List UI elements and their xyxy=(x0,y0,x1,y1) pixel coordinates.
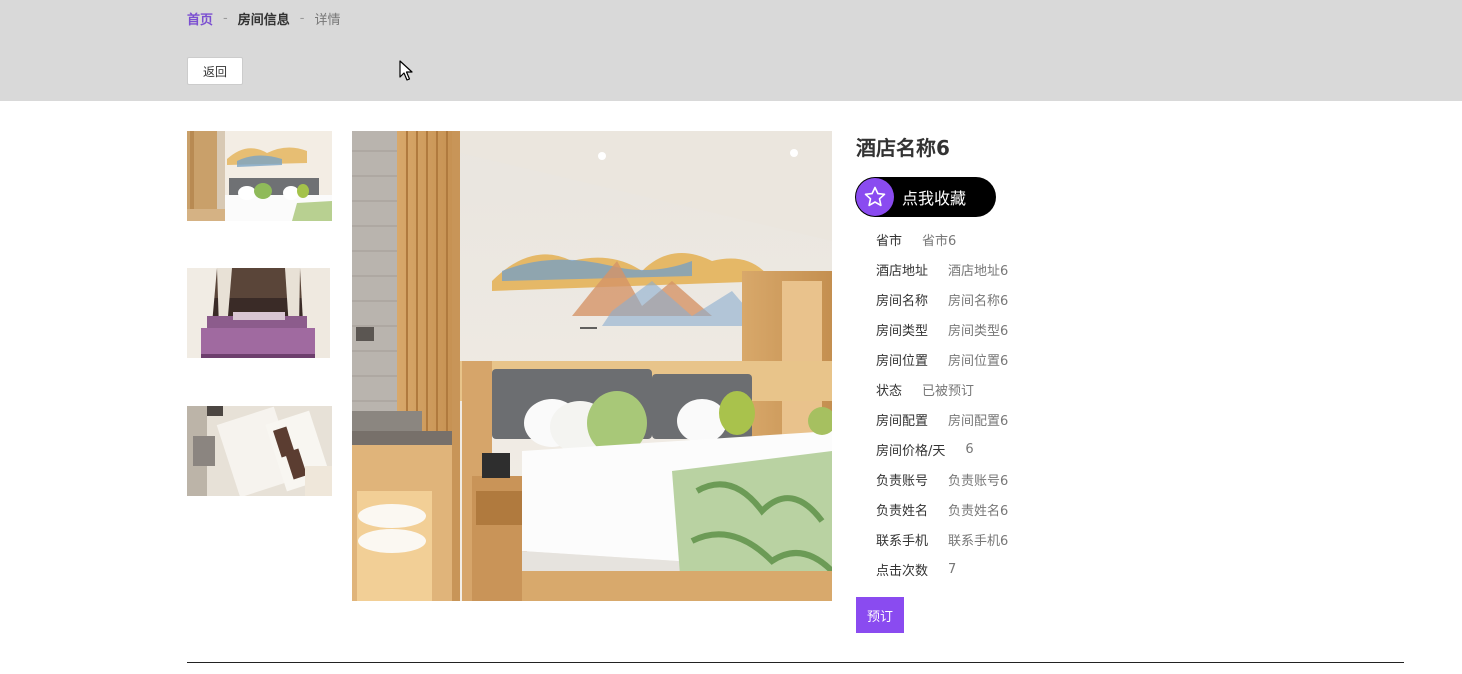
detail-value: 联系手机6 xyxy=(948,533,1009,549)
star-icon xyxy=(856,178,894,216)
detail-row-room-location: 房间位置 房间位置6 xyxy=(876,344,1176,374)
favorite-label: 点我收藏 xyxy=(902,189,967,208)
book-button[interactable]: 预订 xyxy=(856,597,904,633)
detail-key: 酒店地址 xyxy=(876,263,929,279)
header-bar: 首页 - 房间信息 - 详情 返回 xyxy=(0,0,1462,101)
breadcrumb-current: 详情 xyxy=(314,12,341,28)
detail-key: 省市 xyxy=(876,233,903,249)
detail-value: 房间名称6 xyxy=(948,293,1009,309)
room-photo xyxy=(187,406,332,496)
room-photo xyxy=(187,268,330,358)
detail-value: 房间配置6 xyxy=(948,413,1009,429)
detail-key: 状态 xyxy=(876,383,903,399)
detail-value: 7 xyxy=(948,561,957,577)
hotel-title: 酒店名称6 xyxy=(856,136,950,160)
thumbnail-room-1[interactable] xyxy=(187,131,332,221)
detail-key: 联系手机 xyxy=(876,533,929,549)
breadcrumb-section-link[interactable]: 房间信息 xyxy=(238,9,290,28)
detail-row-clicks: 点击次数 7 xyxy=(876,554,1176,584)
breadcrumb-separator: - xyxy=(223,10,228,26)
favorite-button[interactable]: 点我收藏 xyxy=(855,177,996,217)
detail-key: 负责姓名 xyxy=(876,503,929,519)
main-room-photo xyxy=(352,131,832,601)
detail-value: 房间位置6 xyxy=(948,353,1009,369)
detail-row-room-config: 房间配置 房间配置6 xyxy=(876,404,1176,434)
detail-value: 6 xyxy=(965,441,974,457)
detail-key: 点击次数 xyxy=(876,563,929,579)
detail-key: 房间类型 xyxy=(876,323,929,339)
detail-row-price: 房间价格/天 6 xyxy=(876,434,1176,464)
room-details: 省市 省市6 酒店地址 酒店地址6 房间名称 房间名称6 房间类型 房间类型6 … xyxy=(876,224,1176,584)
detail-row-room-type: 房间类型 房间类型6 xyxy=(876,314,1176,344)
detail-row-phone: 联系手机 联系手机6 xyxy=(876,524,1176,554)
room-photo xyxy=(187,131,332,221)
mouse-cursor-icon xyxy=(399,60,413,81)
thumbnail-room-2[interactable] xyxy=(187,268,330,358)
back-button[interactable]: 返回 xyxy=(187,57,243,85)
breadcrumb: 首页 - 房间信息 - 详情 xyxy=(187,8,340,28)
detail-row-account: 负责账号 负责账号6 xyxy=(876,464,1176,494)
detail-value: 已被预订 xyxy=(922,383,975,399)
detail-key: 房间名称 xyxy=(876,293,929,309)
detail-key: 房间价格/天 xyxy=(876,443,946,459)
detail-key: 负责账号 xyxy=(876,473,929,489)
detail-value: 省市6 xyxy=(922,233,957,249)
thumbnail-room-3[interactable] xyxy=(187,406,332,496)
detail-value: 负责账号6 xyxy=(948,473,1009,489)
detail-row-manager-name: 负责姓名 负责姓名6 xyxy=(876,494,1176,524)
detail-key: 房间位置 xyxy=(876,353,929,369)
divider xyxy=(187,662,1404,663)
breadcrumb-separator: - xyxy=(299,10,305,26)
detail-row-status: 状态 已被预订 xyxy=(876,374,1176,404)
detail-key: 房间配置 xyxy=(876,413,929,429)
detail-value: 负责姓名6 xyxy=(948,503,1009,519)
detail-row-address: 酒店地址 酒店地址6 xyxy=(876,254,1176,284)
detail-value: 房间类型6 xyxy=(948,323,1009,339)
detail-row-province: 省市 省市6 xyxy=(876,224,1176,254)
breadcrumb-home-link[interactable]: 首页 xyxy=(187,9,213,28)
detail-value: 酒店地址6 xyxy=(948,263,1009,279)
detail-row-room-name: 房间名称 房间名称6 xyxy=(876,284,1176,314)
